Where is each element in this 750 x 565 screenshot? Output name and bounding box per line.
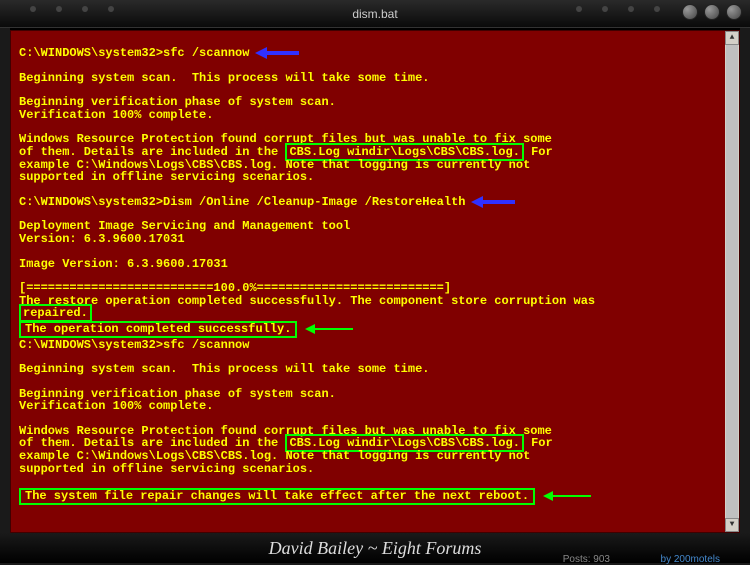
maximize-button[interactable]	[704, 4, 720, 20]
window-border	[0, 28, 10, 533]
output-line: supported in offline servicing scenarios…	[19, 171, 731, 184]
footer: David Bailey ~ Eight Forums	[0, 533, 750, 563]
close-button[interactable]	[726, 4, 742, 20]
output-line: Beginning system scan. This process will…	[19, 72, 731, 85]
arrow-annotation-icon	[475, 197, 525, 207]
output-line: Beginning verification phase of system s…	[19, 96, 731, 109]
titlebar-decoration	[576, 6, 660, 12]
arrow-annotation-icon	[541, 491, 591, 501]
window-border	[740, 28, 750, 533]
arrow-annotation-icon	[259, 48, 309, 58]
prompt: C:\WINDOWS\system32>	[19, 195, 163, 209]
output-line: The system file repair changes will take…	[19, 487, 731, 506]
scroll-thumb[interactable]	[726, 45, 738, 518]
output-line: Verification 100% complete.	[19, 109, 731, 122]
window-controls	[682, 4, 742, 20]
output-line: example C:\Windows\Logs\CBS\CBS.log. Not…	[19, 450, 731, 463]
watermark-text: David Bailey ~ Eight Forums	[269, 538, 482, 559]
minimize-button[interactable]	[682, 4, 698, 20]
scrollbar[interactable]: ▲ ▼	[725, 31, 739, 532]
posts-count: Posts: 903	[563, 554, 610, 565]
command: Dism /Online /Cleanup-Image /RestoreHeal…	[163, 195, 465, 209]
command: sfc /scannow	[163, 338, 249, 352]
scroll-up-button[interactable]: ▲	[725, 31, 739, 45]
highlight-box: The operation completed successfully.	[19, 321, 297, 338]
author-link[interactable]: by 200motels	[661, 554, 720, 565]
titlebar-decoration	[30, 6, 114, 12]
output-line: The restore operation completed successf…	[19, 295, 731, 308]
output-line: repaired.	[19, 307, 731, 320]
terminal-window: dism.bat C:\WINDOWS\system32>sfc /scanno…	[0, 0, 750, 563]
output-line: Verification 100% complete.	[19, 400, 731, 413]
progress-bar: [==========================100.0%=======…	[19, 282, 731, 295]
prompt: C:\WINDOWS\system32>	[19, 338, 163, 352]
output-line: supported in offline servicing scenarios…	[19, 463, 731, 476]
terminal-output[interactable]: C:\WINDOWS\system32>sfc /scannow Beginni…	[10, 30, 740, 533]
output-line: Version: 6.3.9600.17031	[19, 233, 731, 246]
prompt: C:\WINDOWS\system32>	[19, 46, 163, 60]
window-title: dism.bat	[352, 7, 397, 21]
arrow-annotation-icon	[303, 324, 353, 334]
output-line: Image Version: 6.3.9600.17031	[19, 258, 731, 271]
output-line: The operation completed successfully.	[19, 320, 731, 339]
output-line: Beginning system scan. This process will…	[19, 363, 731, 376]
highlight-box: The system file repair changes will take…	[19, 488, 535, 505]
titlebar[interactable]: dism.bat	[0, 0, 750, 28]
output-line: of them. Details are included in the CBS…	[19, 146, 731, 159]
scroll-down-button[interactable]: ▼	[725, 518, 739, 532]
command: sfc /scannow	[163, 46, 249, 60]
